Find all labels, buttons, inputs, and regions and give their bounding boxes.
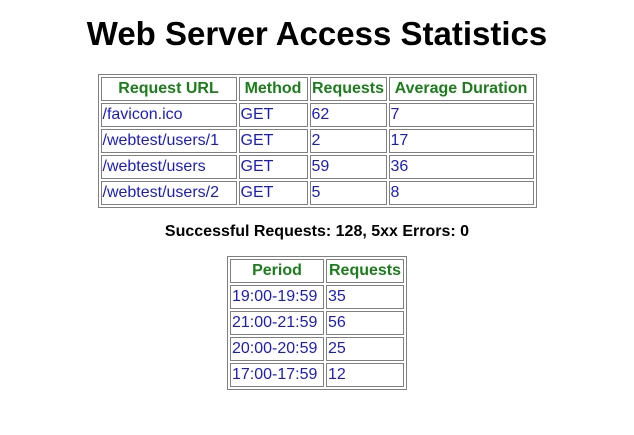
table-row: 19:00-19:59 35 [230,285,404,309]
column-header-average-duration: Average Duration [388,77,534,101]
requests-cell: 59 [309,155,387,179]
period-cell: 20:00-20:59 [230,337,324,361]
requests-cell: 62 [309,103,387,127]
requests-cell: 56 [326,311,404,335]
average-duration-cell: 7 [388,103,534,127]
table-row: 17:00-17:59 12 [230,363,404,387]
table-header-row: Period Requests [230,259,404,283]
period-cell: 21:00-21:59 [230,311,324,335]
requests-cell: 12 [326,363,404,387]
requests-cell: 35 [326,285,404,309]
column-header-method: Method [238,77,308,101]
table-row: /webtest/users GET 59 36 [100,155,534,179]
average-duration-cell: 36 [388,155,534,179]
table-row: 20:00-20:59 25 [230,337,404,361]
request-url-cell: /webtest/users [100,155,237,179]
requests-cell: 25 [326,337,404,361]
average-duration-cell: 17 [388,129,534,153]
column-header-requests: Requests [309,77,387,101]
periods-table: Period Requests 19:00-19:59 35 21:00-21:… [227,256,407,390]
request-url-cell: /webtest/users/2 [100,181,237,205]
period-cell: 19:00-19:59 [230,285,324,309]
method-cell: GET [238,155,308,179]
table-row: /webtest/users/2 GET 5 8 [100,181,534,205]
column-header-request-url: Request URL [100,77,237,101]
request-url-cell: /favicon.ico [100,103,237,127]
column-header-period: Period [230,259,324,283]
column-header-requests: Requests [326,259,404,283]
requests-cell: 2 [309,129,387,153]
period-cell: 17:00-17:59 [230,363,324,387]
page-title: Web Server Access Statistics [86,15,548,52]
table-row: /webtest/users/1 GET 2 17 [100,129,534,153]
request-url-cell: /webtest/users/1 [100,129,237,153]
requests-cell: 5 [309,181,387,205]
requests-table: Request URL Method Requests Average Dura… [97,74,537,208]
table-row: /favicon.ico GET 62 7 [100,103,534,127]
request-summary: Successful Requests: 128, 5xx Errors: 0 [164,223,470,240]
average-duration-cell: 8 [388,181,534,205]
table-header-row: Request URL Method Requests Average Dura… [100,77,534,101]
table-row: 21:00-21:59 56 [230,311,404,335]
method-cell: GET [238,129,308,153]
method-cell: GET [238,181,308,205]
method-cell: GET [238,103,308,127]
